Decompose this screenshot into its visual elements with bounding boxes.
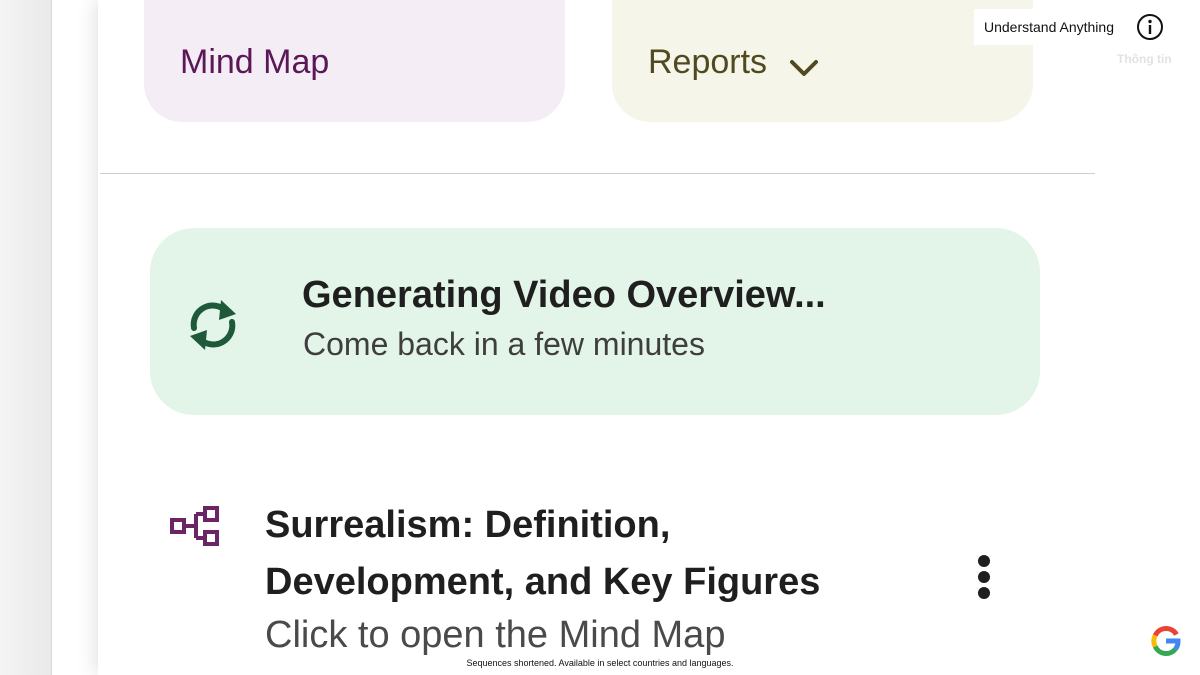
reports-card-label: Reports xyxy=(648,43,768,81)
more-vert-icon[interactable] xyxy=(972,553,996,601)
sync-icon xyxy=(190,300,236,350)
mind-map-item-title[interactable]: Surrealism: Definition, Development, and… xyxy=(265,497,905,611)
background-right-edge xyxy=(1095,0,1200,675)
reports-card[interactable]: Reports xyxy=(612,0,1033,122)
mind-map-icon xyxy=(170,506,219,546)
chevron-down-icon[interactable] xyxy=(789,58,819,78)
generating-video-card[interactable] xyxy=(150,228,1040,415)
mind-map-item-subtitle[interactable]: Click to open the Mind Map xyxy=(265,614,725,657)
mind-map-card-label: Mind Map xyxy=(180,43,330,81)
watermark-text: Thông tin xyxy=(1117,52,1172,66)
section-divider xyxy=(100,173,1095,174)
mind-map-card[interactable]: Mind Map xyxy=(144,0,565,122)
generating-title: Generating Video Overview... xyxy=(302,274,826,316)
disclaimer-text: Sequences shortened. Available in select… xyxy=(466,658,734,668)
background-left-edge xyxy=(0,0,52,675)
generating-subtitle: Come back in a few minutes xyxy=(303,326,705,362)
google-logo xyxy=(1151,626,1181,657)
info-icon[interactable] xyxy=(1136,13,1164,41)
